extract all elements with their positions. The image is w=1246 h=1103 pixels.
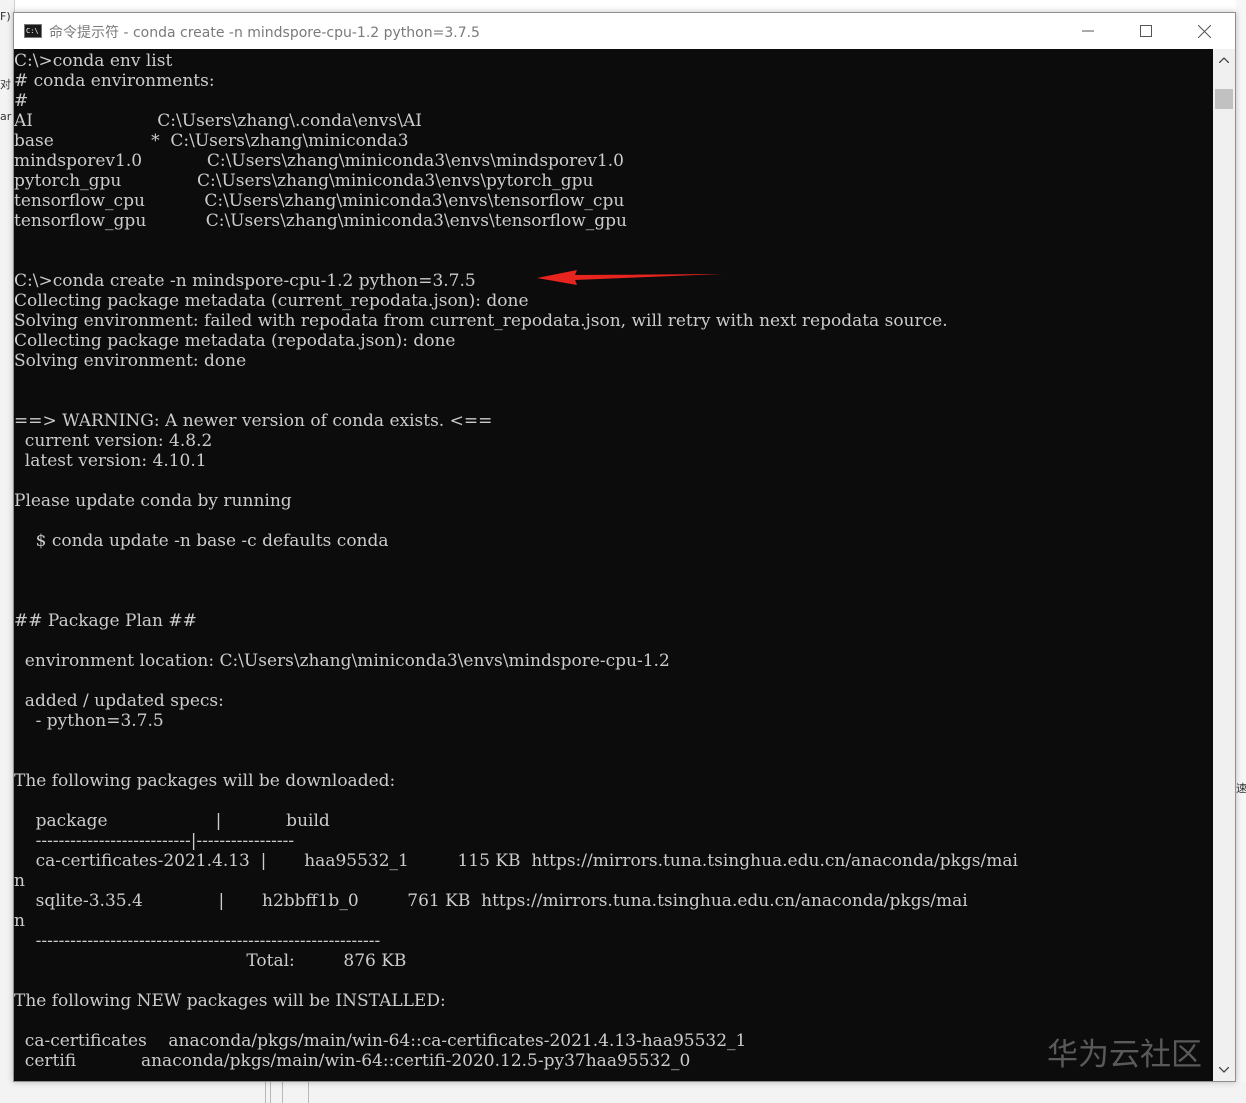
background-app-bottom-edge (0, 1082, 1246, 1103)
console-line: - python=3.7.5 (14, 711, 164, 731)
cmd-prompt-icon[interactable]: C:\ (24, 24, 42, 38)
console-line: latest version: 4.10.1 (14, 451, 207, 471)
console-line: environment location: C:\Users\zhang\min… (14, 651, 670, 671)
console-line: sqlite-3.35.4 | h2bbff1b_0 761 KB https:… (14, 891, 968, 911)
console-line: ca-certificates anaconda/pkgs/main/win-6… (14, 1031, 747, 1051)
console-line: AI C:\Users\zhang\.conda\envs\AI (14, 111, 422, 131)
scroll-up-icon (1219, 57, 1229, 63)
console-line: ## Package Plan ## (14, 611, 197, 631)
background-text-fragment: 速 (1236, 782, 1246, 795)
close-icon (1197, 24, 1211, 38)
console-line: Solving environment: done (14, 351, 247, 371)
background-text-fragment: F) (0, 10, 11, 23)
console-line: n (14, 911, 25, 931)
vertical-scrollbar[interactable] (1213, 49, 1235, 1081)
close-button[interactable] (1175, 13, 1233, 49)
maximize-icon (1140, 25, 1152, 37)
minimize-icon (1082, 30, 1094, 32)
background-text-fragment: 对 (0, 78, 11, 91)
watermark: 华为云社区 (1047, 1037, 1202, 1073)
console-line: The following packages will be downloade… (14, 771, 396, 791)
console-line: Please update conda by running (14, 491, 292, 511)
scroll-down-button[interactable] (1213, 1059, 1235, 1081)
background-app-right-edge: 速 (1236, 0, 1246, 1103)
console-line: mindsporev1.0 C:\Users\zhang\miniconda3\… (14, 151, 624, 171)
console-line: Total: 876 KB (14, 951, 407, 971)
console-text: C:\>conda env list # conda environments: #… (14, 51, 1018, 1071)
console-line: tensorflow_cpu C:\Users\zhang\miniconda3… (14, 191, 625, 211)
console-line: $ conda update -n base -c defaults conda (14, 531, 389, 551)
scroll-thumb[interactable] (1215, 89, 1233, 109)
console-line: # (14, 91, 29, 111)
background-text-fragment: ar (0, 110, 12, 123)
console-line: added / updated specs: (14, 691, 224, 711)
scroll-up-button[interactable] (1213, 49, 1235, 71)
console-line: C:\>conda env list (14, 51, 173, 71)
console-line: tensorflow_gpu C:\Users\zhang\miniconda3… (14, 211, 627, 231)
console-line: current version: 4.8.2 (14, 431, 213, 451)
console-line: ==> WARNING: A newer version of conda ex… (14, 411, 493, 431)
console-line: certifi anaconda/pkgs/main/win-64::certi… (14, 1051, 691, 1071)
console-line: # conda environments: (14, 71, 215, 91)
console-line: ----------------------------------------… (14, 931, 381, 951)
console-line: C:\>conda create -n mindspore-cpu-1.2 py… (14, 271, 476, 291)
minimize-button[interactable] (1059, 13, 1117, 49)
console-output[interactable]: C:\>conda env list # conda environments: #… (14, 49, 1213, 1081)
console-line: n (14, 871, 25, 891)
console-line: Collecting package metadata (repodata.js… (14, 331, 456, 351)
console-line: Collecting package metadata (current_rep… (14, 291, 529, 311)
scroll-down-icon (1219, 1067, 1229, 1073)
maximize-button[interactable] (1117, 13, 1175, 49)
console-line: Solving environment: failed with repodat… (14, 311, 948, 331)
cmd-window: C:\ 命令提示符 - conda create -n mindspore-cp… (13, 12, 1236, 1082)
console-line: base * C:\Users\zhang\miniconda3 (14, 131, 409, 151)
console-line: ca-certificates-2021.4.13 | haa95532_1 1… (14, 851, 1018, 871)
window-title: 命令提示符 - conda create -n mindspore-cpu-1.… (49, 25, 480, 41)
console-line: ---------------------------|------------… (14, 831, 295, 851)
title-bar[interactable]: C:\ 命令提示符 - conda create -n mindspore-cp… (14, 13, 1235, 49)
console-line: package | build (14, 811, 330, 831)
console-line: The following NEW packages will be INSTA… (14, 991, 446, 1011)
console-line: pytorch_gpu C:\Users\zhang\miniconda3\en… (14, 171, 594, 191)
